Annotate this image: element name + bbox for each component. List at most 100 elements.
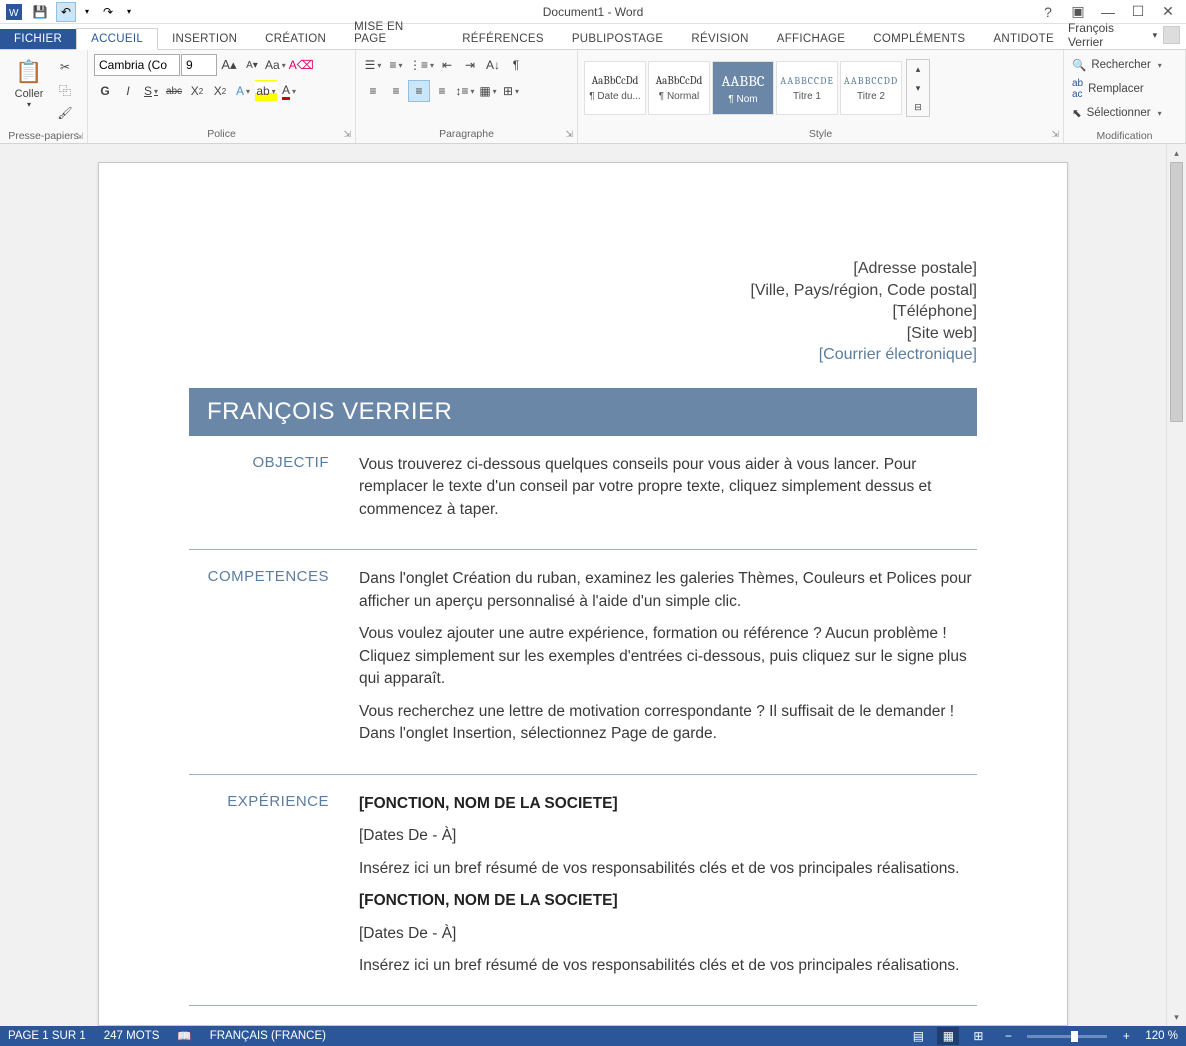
ribbon-options-button[interactable]: ▣: [1068, 2, 1088, 22]
undo-dropdown[interactable]: ▾: [82, 2, 92, 22]
save-button[interactable]: 💾: [30, 2, 50, 22]
address-block[interactable]: [Adresse postale] [Ville, Pays/région, C…: [189, 258, 977, 366]
change-case-button[interactable]: Aa▾: [264, 54, 287, 76]
exp2-text[interactable]: Insérez ici un bref résumé de vos respon…: [359, 955, 977, 977]
font-launcher[interactable]: ⇲: [343, 129, 351, 140]
style-scroll-up[interactable]: ▴: [907, 60, 929, 78]
tab-revision[interactable]: RÉVISION: [677, 29, 762, 49]
label-competences[interactable]: COMPETENCES: [189, 568, 359, 755]
sort-button[interactable]: A↓: [482, 54, 504, 76]
name-heading[interactable]: FRANÇOIS VERRIER: [189, 388, 977, 436]
competences-p3[interactable]: Vous recherchez une lettre de motivation…: [359, 701, 977, 746]
exp2-dates[interactable]: [Dates De - À]: [359, 923, 977, 945]
proofing-icon[interactable]: 📖: [177, 1029, 191, 1043]
tab-publipostage[interactable]: PUBLIPOSTAGE: [558, 29, 678, 49]
style-titre2[interactable]: AABBCCDDTitre 2: [840, 61, 902, 115]
style-normal[interactable]: AaBbCcDd¶ Normal: [648, 61, 710, 115]
replace-button[interactable]: abacRemplacer: [1068, 78, 1148, 100]
font-color-button[interactable]: A▾: [278, 80, 300, 102]
subscript-button[interactable]: X2: [186, 80, 208, 102]
line-spacing-button[interactable]: ↕≡▾: [454, 80, 476, 102]
print-layout-button[interactable]: ▦: [937, 1027, 959, 1045]
help-button[interactable]: ?: [1038, 2, 1058, 22]
style-launcher[interactable]: ⇲: [1051, 129, 1059, 140]
zoom-out-button[interactable]: −: [997, 1027, 1019, 1045]
tab-insertion[interactable]: INSERTION: [158, 29, 251, 49]
label-objectif[interactable]: OBJECTIF: [189, 454, 359, 531]
page[interactable]: [Adresse postale] [Ville, Pays/région, C…: [98, 162, 1068, 1026]
exp1-dates[interactable]: [Dates De - À]: [359, 825, 977, 847]
qat-customize[interactable]: ▾: [124, 2, 134, 22]
decrease-indent-button[interactable]: ⇤: [436, 54, 458, 76]
show-marks-button[interactable]: ¶: [505, 54, 527, 76]
tab-affichage[interactable]: AFFICHAGE: [763, 29, 860, 49]
minimize-button[interactable]: —: [1098, 2, 1118, 22]
scroll-up-button[interactable]: ▴: [1167, 144, 1186, 162]
maximize-button[interactable]: ☐: [1128, 2, 1148, 22]
multilevel-button[interactable]: ⋮≡▾: [408, 54, 435, 76]
style-gallery[interactable]: AaBbCcDd¶ Date du... AaBbCcDd¶ Normal AA…: [584, 61, 902, 115]
user-name[interactable]: François Verrier: [1068, 21, 1147, 49]
bullets-button[interactable]: ☰▾: [362, 54, 384, 76]
scroll-down-button[interactable]: ▾: [1167, 1008, 1186, 1026]
vertical-scrollbar[interactable]: ▴ ▾: [1166, 144, 1186, 1026]
italic-button[interactable]: I: [117, 80, 139, 102]
competences-p1[interactable]: Dans l'onglet Création du ruban, examine…: [359, 568, 977, 613]
cut-button[interactable]: ✂: [54, 56, 76, 78]
tab-accueil[interactable]: ACCUEIL: [76, 28, 158, 50]
tab-creation[interactable]: CRÉATION: [251, 29, 340, 49]
zoom-in-button[interactable]: +: [1115, 1027, 1137, 1045]
read-mode-button[interactable]: ▤: [907, 1027, 929, 1045]
justify-button[interactable]: ≡: [431, 80, 453, 102]
align-right-button[interactable]: ≡: [408, 80, 430, 102]
align-center-button[interactable]: ≡: [385, 80, 407, 102]
find-button[interactable]: 🔍Rechercher▾: [1068, 54, 1166, 76]
tab-fichier[interactable]: FICHIER: [0, 29, 76, 49]
style-scroll-down[interactable]: ▾: [907, 79, 929, 97]
document-area[interactable]: [Adresse postale] [Ville, Pays/région, C…: [0, 144, 1166, 1026]
style-date[interactable]: AaBbCcDd¶ Date du...: [584, 61, 646, 115]
numbering-button[interactable]: ≡▾: [385, 54, 407, 76]
align-left-button[interactable]: ≡: [362, 80, 384, 102]
underline-button[interactable]: S▾: [140, 80, 162, 102]
exp1-title[interactable]: [FONCTION, NOM DE LA SOCIETE]: [359, 795, 618, 812]
exp2-title[interactable]: [FONCTION, NOM DE LA SOCIETE]: [359, 892, 618, 909]
style-titre1[interactable]: AABBCCDETitre 1: [776, 61, 838, 115]
zoom-slider[interactable]: [1027, 1035, 1107, 1038]
clipboard-launcher[interactable]: ⇲: [75, 131, 83, 142]
strikethrough-button[interactable]: abc: [163, 80, 185, 102]
highlight-button[interactable]: ab▾: [255, 80, 277, 102]
language-indicator[interactable]: FRANÇAIS (FRANCE): [210, 1030, 326, 1042]
page-indicator[interactable]: PAGE 1 SUR 1: [8, 1030, 86, 1042]
font-family-combo[interactable]: [94, 54, 180, 76]
shading-button[interactable]: ▦▾: [477, 80, 499, 102]
objectif-text[interactable]: Vous trouverez ci-dessous quelques conse…: [359, 454, 977, 521]
increase-indent-button[interactable]: ⇥: [459, 54, 481, 76]
grow-font-button[interactable]: A▴: [218, 54, 240, 76]
format-painter-button[interactable]: 🖌: [54, 102, 76, 124]
competences-p2[interactable]: Vous voulez ajouter une autre expérience…: [359, 623, 977, 690]
select-button[interactable]: ⬉Sélectionner▾: [1068, 102, 1166, 124]
paragraph-launcher[interactable]: ⇲: [565, 129, 573, 140]
scroll-thumb[interactable]: [1170, 162, 1183, 422]
copy-button[interactable]: ⿻: [54, 79, 76, 101]
tab-references[interactable]: RÉFÉRENCES: [448, 29, 558, 49]
text-effects-button[interactable]: A▾: [232, 80, 254, 102]
borders-button[interactable]: ⊞▾: [500, 80, 522, 102]
tab-mise-en-page[interactable]: MISE EN PAGE: [340, 17, 448, 49]
paste-button[interactable]: 📋 Coller ▾: [6, 54, 52, 109]
zoom-handle[interactable]: [1071, 1031, 1078, 1042]
close-button[interactable]: ✕: [1158, 2, 1178, 22]
style-expand[interactable]: ⊟: [907, 98, 929, 116]
redo-button[interactable]: ↷: [98, 2, 118, 22]
shrink-font-button[interactable]: A▾: [241, 54, 263, 76]
superscript-button[interactable]: X2: [209, 80, 231, 102]
tab-complements[interactable]: COMPLÉMENTS: [859, 29, 979, 49]
bold-button[interactable]: G: [94, 80, 116, 102]
label-experience[interactable]: EXPÉRIENCE: [189, 793, 359, 988]
clear-formatting-button[interactable]: A⌫: [288, 54, 315, 76]
zoom-level[interactable]: 120 %: [1145, 1030, 1178, 1042]
avatar[interactable]: [1163, 26, 1180, 44]
exp1-text[interactable]: Insérez ici un bref résumé de vos respon…: [359, 858, 977, 880]
font-size-combo[interactable]: [181, 54, 217, 76]
